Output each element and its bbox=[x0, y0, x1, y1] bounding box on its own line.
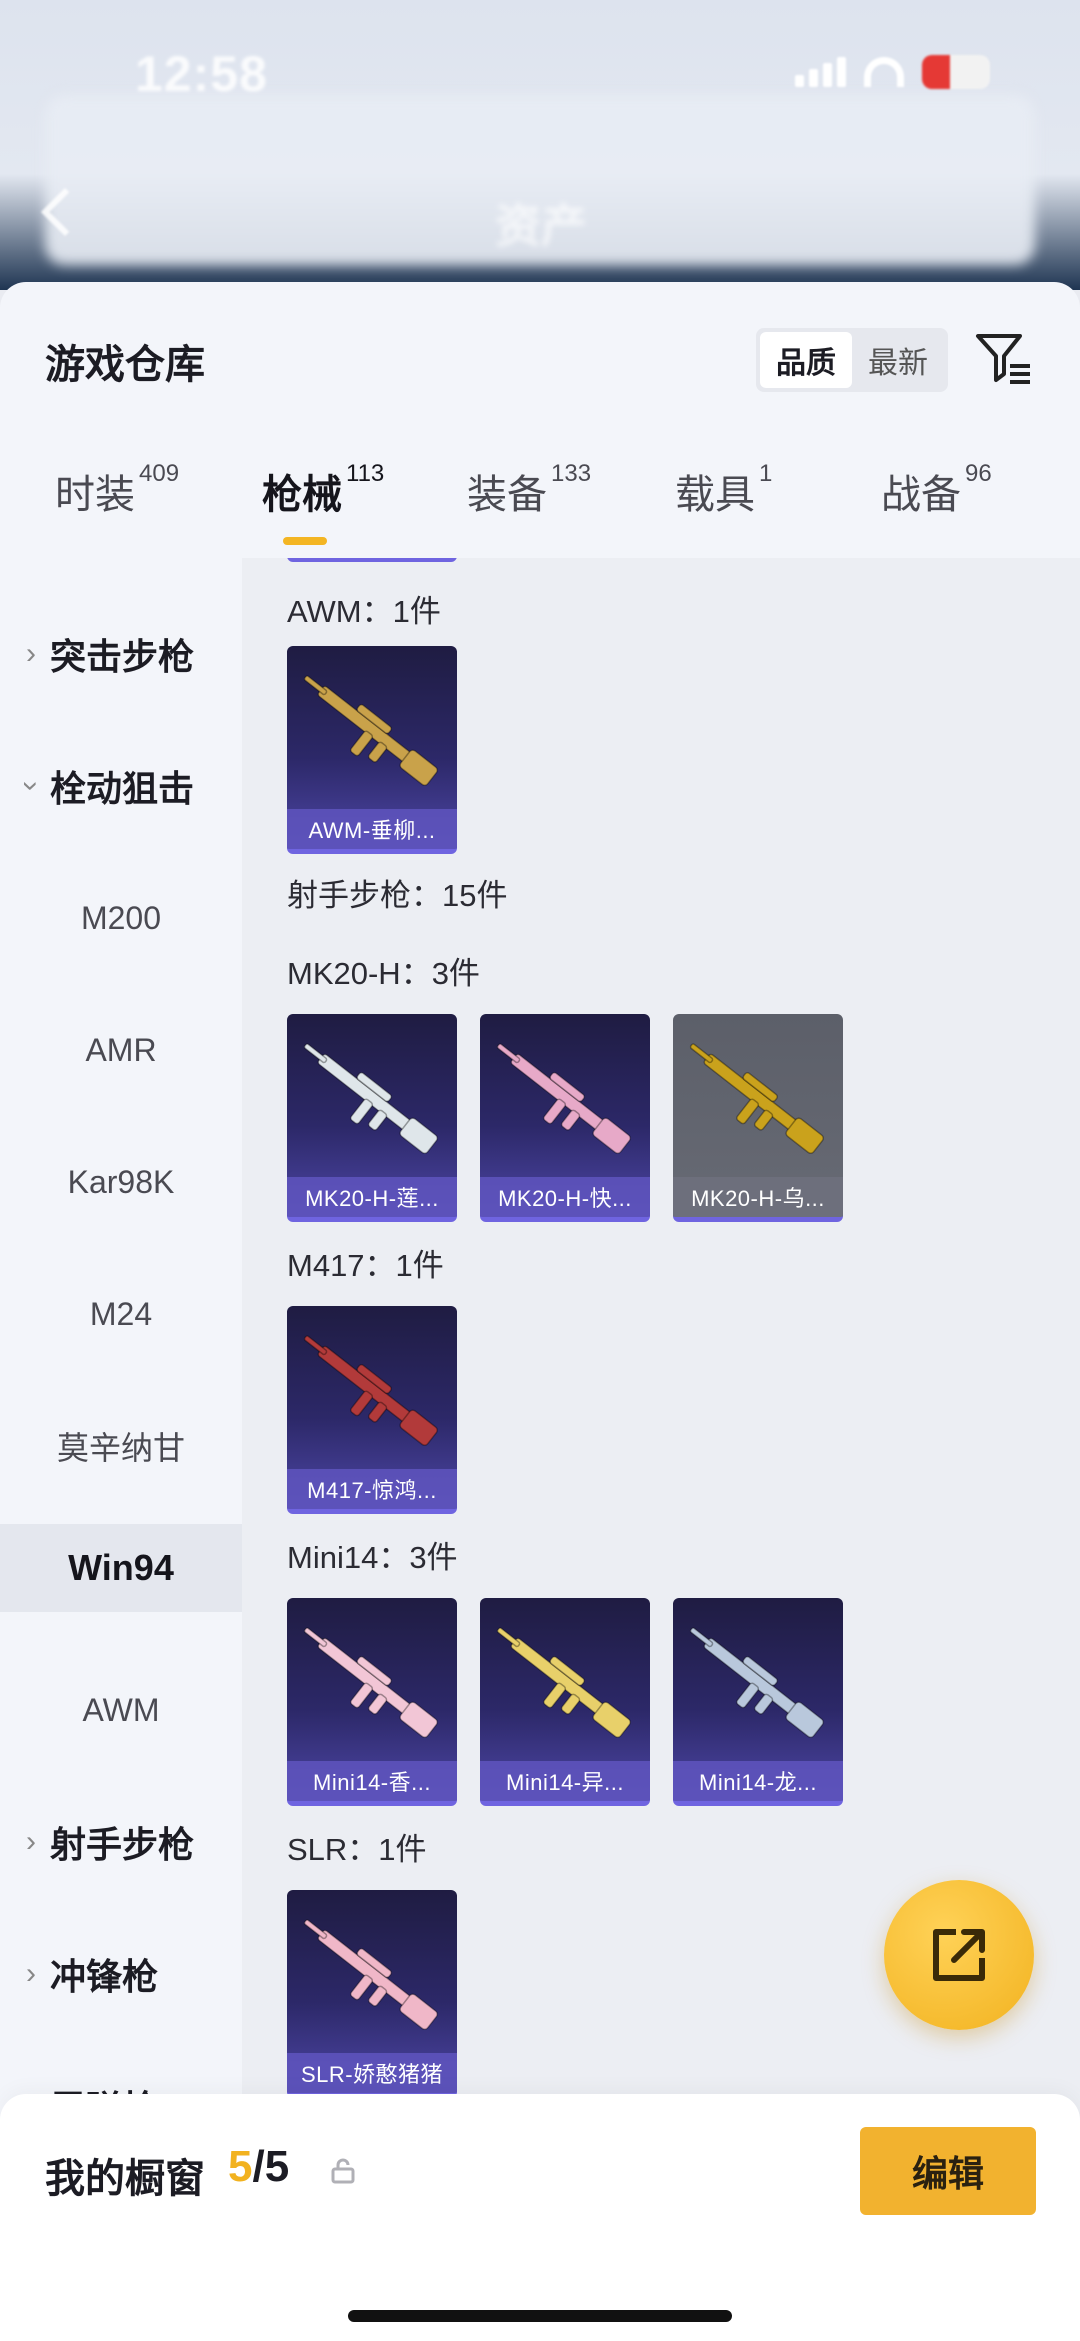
sidebar-item-m24[interactable]: M24 bbox=[0, 1270, 242, 1358]
skin-card-name: MK20-H-快... bbox=[480, 1177, 650, 1217]
share-fab[interactable] bbox=[884, 1880, 1034, 2030]
status-time: 12:58 bbox=[135, 46, 268, 102]
tab-supplies[interactable]: 战备 96 bbox=[881, 460, 992, 520]
skin-card[interactable]: SLR-娇憨猪猪 bbox=[287, 1890, 457, 2098]
showcase-count: 5/5 bbox=[228, 2142, 289, 2192]
share-icon bbox=[933, 1929, 985, 1981]
chevron-down-icon: › bbox=[15, 781, 48, 791]
sidebar-item-kar98k[interactable]: Kar98K bbox=[0, 1138, 242, 1226]
skin-card[interactable]: Mini14-香... bbox=[287, 1598, 457, 1806]
chevron-right-icon: › bbox=[26, 1957, 36, 1990]
warehouse-sheet: 游戏仓库 品质 最新 时装 409 枪械 113 装备 133 载具 1 战备 … bbox=[0, 282, 1080, 2341]
showcase-bar: 我的橱窗 5/5 编辑 bbox=[0, 2094, 1080, 2341]
sort-toggle: 品质 最新 bbox=[756, 328, 948, 392]
tab-count: 133 bbox=[551, 460, 592, 487]
skin-card[interactable]: AWM-垂柳... bbox=[287, 646, 457, 854]
tab-count: 1 bbox=[759, 460, 773, 487]
active-tab-indicator bbox=[283, 537, 327, 545]
skin-card[interactable]: M417-惊鸿... bbox=[287, 1306, 457, 1514]
tab-label: 载具 bbox=[675, 473, 755, 517]
skin-card-name: M417-惊鸿... bbox=[287, 1469, 457, 1509]
tab-label: 枪械 bbox=[262, 473, 342, 517]
home-indicator bbox=[348, 2310, 732, 2322]
skin-card-name: MK20-H-莲... bbox=[287, 1177, 457, 1217]
skin-card[interactable]: MK20-H-乌... bbox=[673, 1014, 843, 1222]
section-label-slr: SLR：1件 bbox=[287, 1832, 427, 1867]
edit-button[interactable]: 编辑 bbox=[860, 2127, 1036, 2215]
tab-count: 113 bbox=[346, 460, 385, 487]
sort-quality[interactable]: 品质 bbox=[760, 332, 852, 388]
previous-card-edge bbox=[287, 558, 457, 562]
sort-newest[interactable]: 最新 bbox=[852, 332, 944, 388]
signal-icon bbox=[795, 57, 846, 87]
sidebar-item-label: 突击步枪 bbox=[50, 636, 195, 677]
rifle-icon bbox=[303, 675, 438, 786]
skin-card[interactable]: MK20-H-莲... bbox=[287, 1014, 457, 1222]
tab-count: 409 bbox=[139, 460, 180, 487]
filter-icon[interactable] bbox=[974, 328, 1034, 388]
showcase-label: 我的橱窗 bbox=[45, 2157, 205, 2201]
tab-equipment[interactable]: 装备 133 bbox=[467, 460, 592, 520]
sidebar-item-win94[interactable]: Win94 bbox=[0, 1524, 242, 1612]
skin-card-name: Mini14-香... bbox=[287, 1761, 457, 1801]
tab-vehicles[interactable]: 载具 1 bbox=[675, 460, 773, 520]
sidebar-item-marksman-rifle[interactable]: › 射手步枪 bbox=[0, 1798, 242, 1886]
skin-card-name: Mini14-异... bbox=[480, 1761, 650, 1801]
section-label-mini14: Mini14：3件 bbox=[287, 1540, 458, 1575]
tab-count: 96 bbox=[965, 460, 992, 487]
section-label-awm: AWM：1件 bbox=[287, 594, 441, 629]
rifle-icon bbox=[689, 1043, 824, 1154]
weapon-category-sidebar: › 突击步枪 › 栓动狙击 M200 AMR Kar98K M24 莫辛纳甘 W… bbox=[0, 558, 242, 2341]
sidebar-item-label: 射手步枪 bbox=[50, 1824, 195, 1865]
skin-card[interactable]: Mini14-龙... bbox=[673, 1598, 843, 1806]
sidebar-item-awm[interactable]: AWM bbox=[0, 1666, 242, 1754]
section-label-marksman: 射手步枪：15件 bbox=[287, 878, 508, 913]
showcase-total: /5 bbox=[252, 2142, 290, 2191]
status-icons bbox=[795, 55, 990, 89]
tab-label: 装备 bbox=[467, 473, 547, 517]
app-root: 12:58 资产 游戏仓库 品质 最新 时装 409 枪械 113 装备 133… bbox=[0, 0, 1080, 2341]
lock-icon bbox=[331, 2158, 355, 2184]
rifle-icon bbox=[303, 1627, 438, 1738]
chevron-right-icon: › bbox=[26, 1825, 36, 1858]
sidebar-item-label: 栓动狙击 bbox=[50, 768, 195, 809]
skin-card-name: AWM-垂柳... bbox=[287, 809, 457, 849]
section-label-mk20h: MK20-H：3件 bbox=[287, 956, 480, 991]
section-label-m417: M417：1件 bbox=[287, 1248, 444, 1283]
rifle-icon bbox=[303, 1043, 438, 1154]
page-title: 资产 bbox=[495, 200, 587, 252]
category-tabs: 时装 409 枪械 113 装备 133 载具 1 战备 96 bbox=[0, 460, 1080, 542]
sidebar-item-assault-rifle[interactable]: › 突击步枪 bbox=[0, 610, 242, 698]
rifle-icon bbox=[689, 1627, 824, 1738]
skin-card[interactable]: Mini14-异... bbox=[480, 1598, 650, 1806]
warehouse-title: 游戏仓库 bbox=[45, 343, 205, 387]
tab-label: 战备 bbox=[881, 473, 961, 517]
weapon-skin-list: AWM：1件 AWM-垂柳... 射手步枪：15件 MK20-H：3件 MK20… bbox=[242, 558, 1080, 2341]
tab-fashion[interactable]: 时装 409 bbox=[55, 460, 180, 520]
tab-weapons[interactable]: 枪械 113 bbox=[262, 460, 385, 520]
sidebar-item-smg[interactable]: › 冲锋枪 bbox=[0, 1930, 242, 2018]
skin-card[interactable]: MK20-H-快... bbox=[480, 1014, 650, 1222]
rifle-icon bbox=[303, 1919, 438, 2030]
skin-card-name: SLR-娇憨猪猪 bbox=[287, 2053, 457, 2093]
sidebar-item-mosin[interactable]: 莫辛纳甘 bbox=[0, 1402, 242, 1490]
wifi-icon bbox=[864, 57, 904, 87]
chevron-right-icon: › bbox=[26, 637, 36, 670]
showcase-current: 5 bbox=[228, 2142, 253, 2191]
rifle-icon bbox=[496, 1043, 631, 1154]
sidebar-item-bolt-sniper[interactable]: › 栓动狙击 bbox=[0, 742, 242, 830]
sidebar-item-m200[interactable]: M200 bbox=[0, 874, 242, 962]
rifle-icon bbox=[303, 1335, 438, 1446]
sidebar-item-label: 冲锋枪 bbox=[50, 1956, 159, 1997]
sidebar-item-amr[interactable]: AMR bbox=[0, 1006, 242, 1094]
battery-icon bbox=[922, 55, 990, 89]
skin-card-name: Mini14-龙... bbox=[673, 1761, 843, 1801]
rifle-icon bbox=[496, 1627, 631, 1738]
tab-label: 时装 bbox=[55, 473, 135, 517]
skin-card-name: MK20-H-乌... bbox=[673, 1177, 843, 1217]
